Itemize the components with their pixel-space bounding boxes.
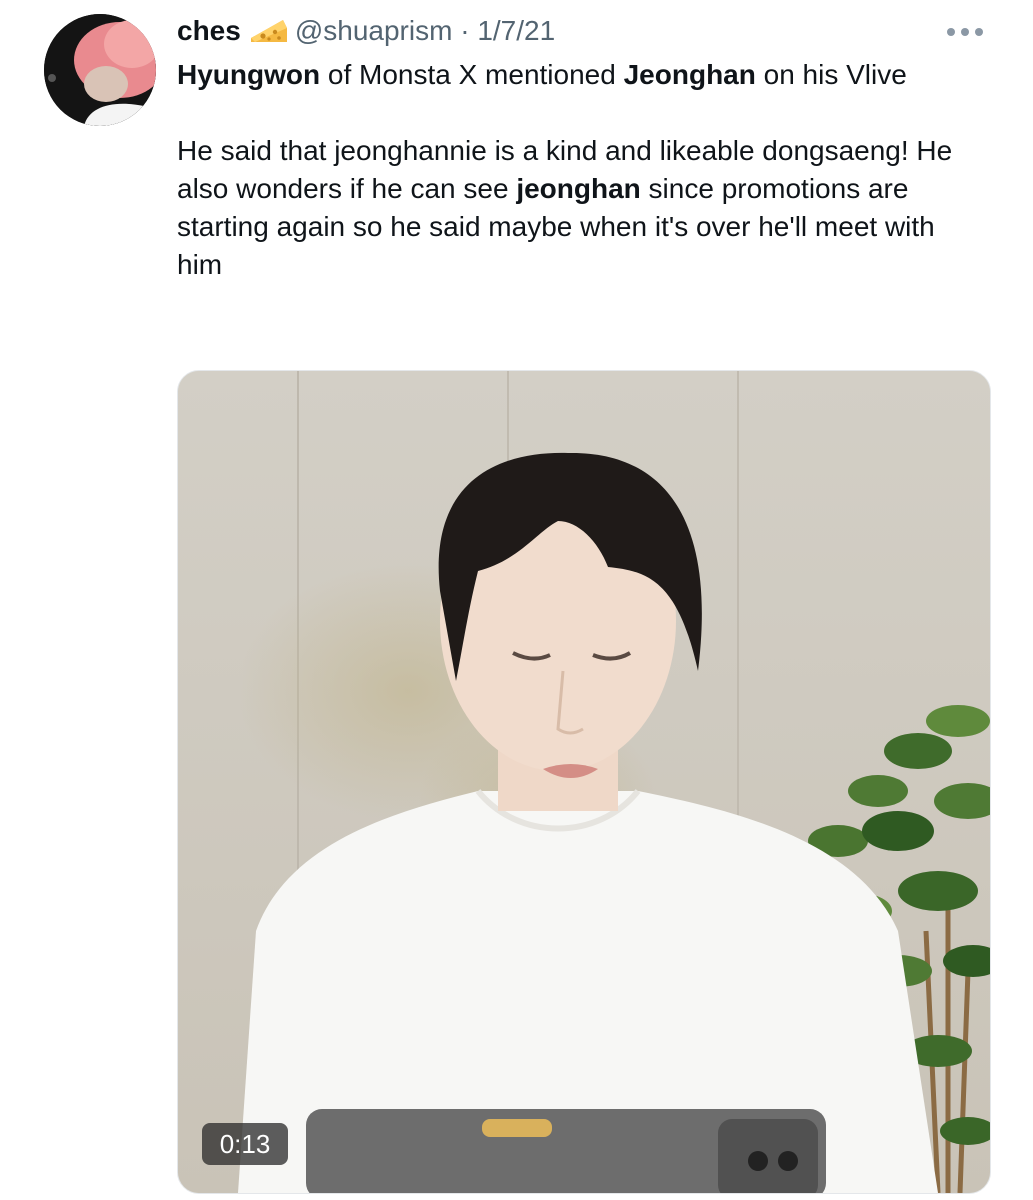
author-display-name[interactable]: ches [177,15,241,46]
keyword-jeonghan: jeonghan [516,173,641,204]
more-horizontal-icon[interactable] [945,24,985,40]
avatar-image [44,14,156,126]
mention-hyungwon: Hyungwon [177,59,321,90]
author-avatar[interactable] [44,14,156,126]
cheese-icon [249,14,289,54]
video-duration-badge: 0:13 [202,1123,288,1165]
text-run: on his Vlive [755,59,907,90]
tweet-paragraph-2: He said that jeonghannie is a kind and l… [177,132,977,284]
tweet-header: ches @shuaprism · 1/7/21 [177,12,555,54]
tweet-date[interactable]: 1/7/21 [477,15,555,46]
tweet-paragraph-1: Hyungwon of Monsta X mentioned Jeonghan … [177,56,977,94]
tweet-text: Hyungwon of Monsta X mentioned Jeonghan … [177,56,977,284]
header-separator: · [460,15,470,46]
author-handle[interactable]: @shuaprism [295,15,453,46]
video-player[interactable] [177,370,991,1194]
tablet [306,1109,826,1193]
video-frame [178,371,990,1193]
mention-jeonghan: Jeonghan [623,59,756,90]
text-run: of Monsta X mentioned [320,59,624,90]
